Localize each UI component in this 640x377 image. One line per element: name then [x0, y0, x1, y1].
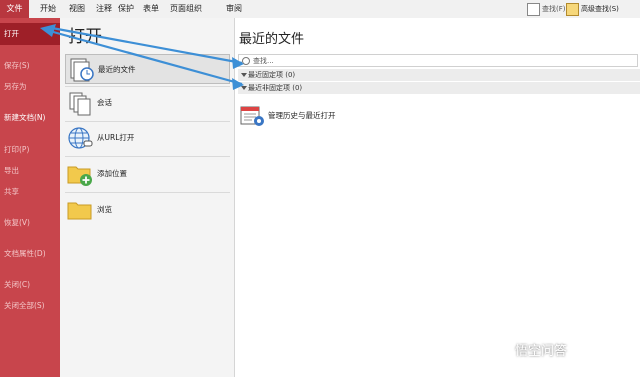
divider	[65, 192, 230, 193]
unpinned-group-label: 最近非固定项 (0)	[248, 84, 303, 92]
advanced-find-icon	[566, 2, 579, 16]
sidebar-item-restore[interactable]: 恢复(V)	[0, 217, 60, 228]
search-placeholder: 查找...	[253, 57, 274, 65]
watermark-logo-icon	[495, 341, 511, 357]
advanced-find-label: 高级查找(S)	[581, 5, 619, 13]
recent-search-input[interactable]: 查找...	[238, 54, 638, 67]
recent-files-title: 最近的文件	[239, 32, 305, 47]
folder-icon	[67, 202, 92, 220]
find-button[interactable]: 查找(F)	[527, 2, 566, 16]
option-session-label: 会话	[97, 98, 112, 107]
tab-protect[interactable]: 保护	[118, 0, 134, 18]
find-label: 查找(F)	[542, 5, 566, 13]
option-browse-label: 浏览	[97, 205, 112, 214]
collapse-arrow-icon	[241, 73, 247, 77]
recent-files-icon	[70, 58, 94, 82]
tab-form[interactable]: 表单	[143, 0, 159, 18]
calendar-gear-icon	[240, 106, 264, 126]
tab-review[interactable]: 审阅	[226, 0, 242, 18]
sidebar-item-new-document[interactable]: 新建文档(N)	[0, 112, 60, 123]
sidebar-item-properties[interactable]: 文档属性(D)	[0, 248, 60, 259]
globe-icon	[68, 127, 93, 149]
option-open-url[interactable]: 从URL打开	[65, 123, 230, 153]
pinned-group-label: 最近固定项 (0)	[248, 71, 296, 79]
sidebar-item-close-all[interactable]: 关闭全部(S)	[0, 300, 60, 311]
manage-history-button[interactable]: 管理历史与最近打开	[238, 104, 388, 128]
option-session[interactable]: 会话	[65, 88, 230, 118]
divider	[65, 156, 230, 157]
collapse-arrow-icon	[241, 86, 247, 90]
open-panel: 打开 最近的文件 会话 从URL打开 添加位置 浏览	[60, 18, 235, 377]
tab-home[interactable]: 开始	[40, 0, 56, 18]
option-recent-files[interactable]: 最近的文件	[65, 54, 230, 84]
watermark-text: 悟空问答	[515, 344, 568, 359]
option-add-location[interactable]: 添加位置	[65, 159, 230, 189]
sidebar-item-open[interactable]: 打开	[0, 23, 60, 45]
recent-files-pane: 最近的文件 查找... 最近固定项 (0) 最近非固定项 (0) 管理历史与最近…	[235, 18, 640, 377]
manage-history-label: 管理历史与最近打开	[268, 111, 336, 120]
option-browse[interactable]: 浏览	[65, 195, 230, 225]
tab-comment[interactable]: 注释	[96, 0, 112, 18]
divider	[65, 121, 230, 122]
unpinned-group-header[interactable]: 最近非固定项 (0)	[238, 82, 640, 94]
option-add-location-label: 添加位置	[97, 169, 127, 178]
tab-organize[interactable]: 页面组织	[170, 0, 202, 18]
tab-file[interactable]: 文件	[0, 0, 29, 18]
file-sidebar: 打开 保存(S) 另存为 新建文档(N) 打印(P) 导出 共享 恢复(V) 文…	[0, 18, 60, 377]
divider	[65, 86, 230, 87]
tab-view[interactable]: 视图	[69, 0, 85, 18]
sidebar-item-save[interactable]: 保存(S)	[0, 60, 60, 71]
option-recent-files-label: 最近的文件	[98, 65, 136, 74]
sidebar-item-close[interactable]: 关闭(C)	[0, 279, 60, 290]
session-icon	[69, 92, 91, 116]
sidebar-item-share[interactable]: 共享	[0, 186, 60, 197]
search-icon	[242, 57, 250, 65]
sidebar-item-save-as[interactable]: 另存为	[0, 81, 60, 92]
sidebar-item-print[interactable]: 打印(P)	[0, 144, 60, 155]
find-icon	[527, 2, 540, 16]
ribbon-bar: 文件 开始 视图 注释 保护 表单 页面组织 审阅 查找(F) 高级查找(S)	[0, 0, 640, 19]
sidebar-item-export[interactable]: 导出	[0, 165, 60, 176]
option-open-url-label: 从URL打开	[97, 133, 135, 142]
open-panel-title: 打开	[68, 27, 102, 47]
advanced-find-button[interactable]: 高级查找(S)	[566, 2, 619, 16]
pinned-group-header[interactable]: 最近固定项 (0)	[238, 69, 640, 81]
add-location-icon	[67, 166, 92, 186]
